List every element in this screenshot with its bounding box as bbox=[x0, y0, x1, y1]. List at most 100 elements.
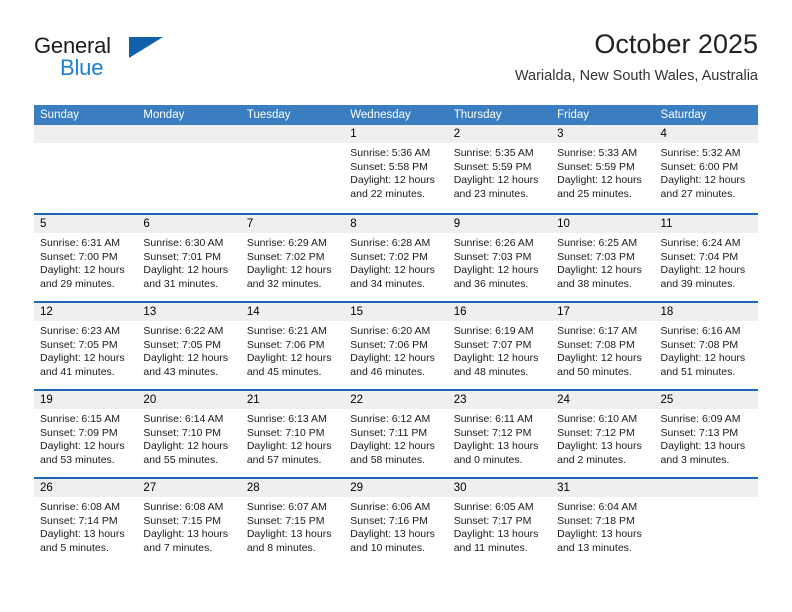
brand-logo[interactable]: General Blue bbox=[34, 34, 254, 86]
sunset-text: Sunset: 7:10 PM bbox=[246, 426, 325, 439]
day-number: 9 bbox=[447, 215, 552, 233]
day-number: 26 bbox=[34, 479, 138, 497]
day-cell[interactable]: 29 Sunrise: 6:06 AM Sunset: 7:16 PM Dayligh… bbox=[344, 479, 448, 565]
day-cell[interactable]: 7 Sunrise: 6:29 AM Sunset: 7:02 PM Daylight… bbox=[240, 215, 345, 301]
day-cell[interactable]: 31 Sunrise: 6:04 AM Sunset: 7:18 PM Dayligh… bbox=[551, 479, 655, 565]
sunset-text: Sunset: 5:59 PM bbox=[557, 160, 635, 173]
sunset-text: Sunset: 7:01 PM bbox=[143, 250, 222, 263]
day-number: 22 bbox=[344, 391, 448, 409]
day-number: 18 bbox=[654, 303, 758, 321]
brand-name-blue: Blue bbox=[60, 55, 104, 80]
day-cell[interactable]: 6 Sunrise: 6:30 AM Sunset: 7:01 PM Daylight… bbox=[137, 215, 241, 301]
brand-triangle-icon bbox=[129, 37, 163, 58]
day-number: 19 bbox=[34, 391, 138, 409]
day-cell[interactable]: 15 Sunrise: 6:20 AM Sunset: 7:06 PM Dayligh… bbox=[344, 303, 448, 389]
day-details: Sunrise: 5:33 AM Sunset: 5:59 PM Daylight:… bbox=[551, 143, 654, 201]
day-cell[interactable]: 24 Sunrise: 6:10 AM Sunset: 7:12 PM Dayligh… bbox=[551, 391, 655, 477]
day-cell[interactable]: 5 Sunrise: 6:31 AM Sunset: 7:00 PM Daylight… bbox=[34, 215, 138, 301]
day-number: 28 bbox=[240, 479, 345, 497]
day-number bbox=[34, 125, 138, 143]
day-cell[interactable]: 1 Sunrise: 5:36 AM Sunset: 5:58 PM Daylight… bbox=[344, 125, 448, 213]
day-cell[interactable]: 8 Sunrise: 6:28 AM Sunset: 7:02 PM Daylight… bbox=[344, 215, 448, 301]
sunrise-text: Sunrise: 6:08 AM bbox=[143, 501, 224, 513]
day-details: Sunrise: 6:29 AM Sunset: 7:02 PM Daylight:… bbox=[241, 233, 344, 291]
day-cell[interactable]: 9 Sunrise: 6:26 AM Sunset: 7:03 PM Daylight… bbox=[447, 215, 552, 301]
day-details: Sunrise: 6:22 AM Sunset: 7:05 PM Daylight:… bbox=[137, 321, 240, 379]
sunset-text: Sunset: 7:00 PM bbox=[40, 250, 118, 263]
sunrise-text: Sunrise: 6:07 AM bbox=[246, 501, 327, 513]
daylight-text: Daylight: 12 hours and 27 minutes. bbox=[660, 174, 746, 200]
day-details: Sunrise: 6:10 AM Sunset: 7:12 PM Daylight:… bbox=[551, 409, 654, 467]
sunset-text: Sunset: 7:02 PM bbox=[350, 250, 428, 263]
day-cell[interactable]: 4 Sunrise: 5:32 AM Sunset: 6:00 PM Daylight… bbox=[654, 125, 758, 213]
day-details: Sunrise: 5:35 AM Sunset: 5:59 PM Daylight:… bbox=[448, 143, 551, 201]
daylight-text: Daylight: 12 hours and 34 minutes. bbox=[350, 264, 435, 290]
daylight-text: Daylight: 12 hours and 55 minutes. bbox=[143, 440, 229, 466]
day-cell[interactable]: 27 Sunrise: 6:08 AM Sunset: 7:15 PM Dayligh… bbox=[137, 479, 241, 565]
sunset-text: Sunset: 7:18 PM bbox=[557, 514, 635, 527]
sunset-text: Sunset: 7:11 PM bbox=[350, 426, 428, 439]
day-cell[interactable]: 25 Sunrise: 6:09 AM Sunset: 7:13 PM Dayligh… bbox=[654, 391, 758, 477]
daylight-text: Daylight: 13 hours and 11 minutes. bbox=[453, 528, 539, 554]
calendar-week-row: 19 Sunrise: 6:15 AM Sunset: 7:09 PM Dayligh… bbox=[34, 389, 758, 477]
day-details: Sunrise: 6:09 AM Sunset: 7:13 PM Daylight:… bbox=[655, 409, 758, 467]
day-details: Sunrise: 6:06 AM Sunset: 7:16 PM Daylight:… bbox=[344, 497, 447, 555]
day-number: 4 bbox=[654, 125, 758, 143]
daylight-text: Daylight: 12 hours and 46 minutes. bbox=[350, 352, 435, 378]
day-cell[interactable]: 30 Sunrise: 6:05 AM Sunset: 7:17 PM Dayligh… bbox=[447, 479, 552, 565]
day-cell[interactable]: 26 Sunrise: 6:08 AM Sunset: 7:14 PM Dayligh… bbox=[34, 479, 138, 565]
sunset-text: Sunset: 7:07 PM bbox=[453, 338, 532, 351]
day-number: 12 bbox=[34, 303, 138, 321]
day-details: Sunrise: 6:15 AM Sunset: 7:09 PM Daylight:… bbox=[34, 409, 137, 467]
day-cell[interactable]: 23 Sunrise: 6:11 AM Sunset: 7:12 PM Dayligh… bbox=[447, 391, 552, 477]
calendar-week-body: 1 Sunrise: 5:36 AM Sunset: 5:58 PM Daylight… bbox=[34, 125, 758, 565]
day-number: 20 bbox=[137, 391, 241, 409]
day-cell[interactable]: 22 Sunrise: 6:12 AM Sunset: 7:11 PM Dayligh… bbox=[344, 391, 448, 477]
day-cell[interactable]: 13 Sunrise: 6:22 AM Sunset: 7:05 PM Dayligh… bbox=[137, 303, 241, 389]
sunset-text: Sunset: 7:04 PM bbox=[660, 250, 739, 263]
day-cell[interactable]: 19 Sunrise: 6:15 AM Sunset: 7:09 PM Dayligh… bbox=[34, 391, 138, 477]
day-cell[interactable]: 14 Sunrise: 6:21 AM Sunset: 7:06 PM Dayligh… bbox=[240, 303, 345, 389]
calendar-week-row: 12 Sunrise: 6:23 AM Sunset: 7:05 PM Dayligh… bbox=[34, 301, 758, 389]
day-number: 11 bbox=[654, 215, 758, 233]
sunrise-text: Sunrise: 6:14 AM bbox=[143, 413, 224, 425]
daylight-text: Daylight: 13 hours and 7 minutes. bbox=[143, 528, 229, 554]
day-cell[interactable]: 17 Sunrise: 6:17 AM Sunset: 7:08 PM Dayligh… bbox=[551, 303, 655, 389]
day-cell[interactable]: 11 Sunrise: 6:24 AM Sunset: 7:04 PM Dayligh… bbox=[654, 215, 758, 301]
day-details: Sunrise: 6:11 AM Sunset: 7:12 PM Daylight:… bbox=[448, 409, 551, 467]
day-number: 6 bbox=[137, 215, 241, 233]
day-cell[interactable]: 3 Sunrise: 5:33 AM Sunset: 5:59 PM Daylight… bbox=[551, 125, 655, 213]
day-cell-empty bbox=[240, 125, 345, 213]
day-number: 1 bbox=[344, 125, 448, 143]
day-cell[interactable]: 20 Sunrise: 6:14 AM Sunset: 7:10 PM Dayligh… bbox=[137, 391, 241, 477]
day-number: 7 bbox=[240, 215, 345, 233]
day-number: 2 bbox=[447, 125, 552, 143]
day-details: Sunrise: 6:13 AM Sunset: 7:10 PM Daylight:… bbox=[241, 409, 344, 467]
sunrise-text: Sunrise: 6:05 AM bbox=[453, 501, 534, 513]
day-number: 10 bbox=[551, 215, 655, 233]
day-cell[interactable]: 12 Sunrise: 6:23 AM Sunset: 7:05 PM Dayligh… bbox=[34, 303, 138, 389]
sunrise-text: Sunrise: 5:36 AM bbox=[350, 147, 431, 159]
daylight-text: Daylight: 13 hours and 3 minutes. bbox=[660, 440, 746, 466]
calendar-week-row: 5 Sunrise: 6:31 AM Sunset: 7:00 PM Daylight… bbox=[34, 213, 758, 301]
day-cell[interactable]: 18 Sunrise: 6:16 AM Sunset: 7:08 PM Dayligh… bbox=[654, 303, 758, 389]
day-cell[interactable]: 16 Sunrise: 6:19 AM Sunset: 7:07 PM Dayligh… bbox=[447, 303, 552, 389]
sunset-text: Sunset: 7:08 PM bbox=[660, 338, 739, 351]
day-details: Sunrise: 6:12 AM Sunset: 7:11 PM Daylight:… bbox=[344, 409, 447, 467]
day-details: Sunrise: 6:30 AM Sunset: 7:01 PM Daylight:… bbox=[137, 233, 240, 291]
sunset-text: Sunset: 7:12 PM bbox=[557, 426, 635, 439]
daylight-text: Daylight: 13 hours and 10 minutes. bbox=[350, 528, 435, 554]
daylight-text: Daylight: 12 hours and 43 minutes. bbox=[143, 352, 229, 378]
sunset-text: Sunset: 7:12 PM bbox=[453, 426, 532, 439]
day-cell[interactable]: 10 Sunrise: 6:25 AM Sunset: 7:03 PM Dayligh… bbox=[551, 215, 655, 301]
day-number: 23 bbox=[447, 391, 552, 409]
day-number: 14 bbox=[240, 303, 345, 321]
day-cell[interactable]: 28 Sunrise: 6:07 AM Sunset: 7:15 PM Dayligh… bbox=[240, 479, 345, 565]
day-cell[interactable]: 21 Sunrise: 6:13 AM Sunset: 7:10 PM Dayligh… bbox=[240, 391, 345, 477]
daylight-text: Daylight: 12 hours and 31 minutes. bbox=[143, 264, 229, 290]
day-cell[interactable]: 2 Sunrise: 5:35 AM Sunset: 5:59 PM Daylight… bbox=[447, 125, 552, 213]
daylight-text: Daylight: 12 hours and 58 minutes. bbox=[350, 440, 435, 466]
sunrise-text: Sunrise: 6:22 AM bbox=[143, 325, 224, 337]
day-number: 16 bbox=[447, 303, 552, 321]
calendar-grid: Sunday Monday Tuesday Wednesday Thursday Frid… bbox=[34, 105, 758, 565]
